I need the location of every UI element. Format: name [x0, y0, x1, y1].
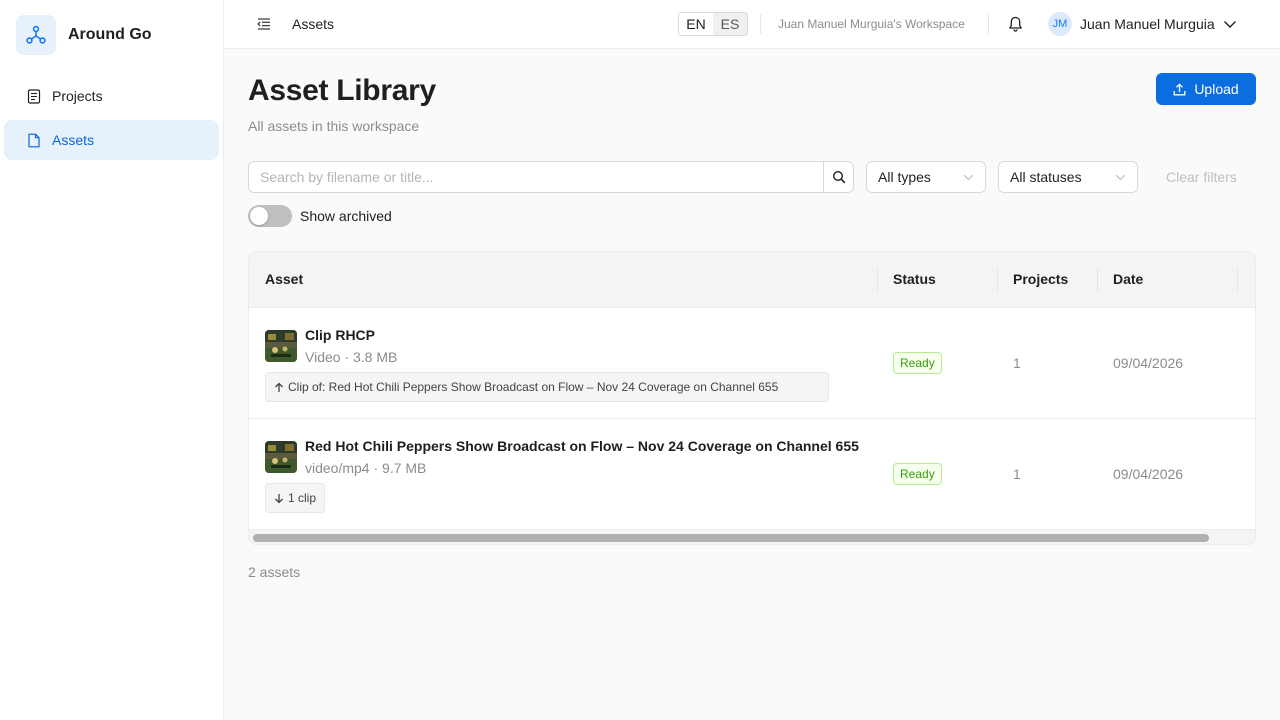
- top-header: Assets EN ES Juan Manuel Murguia's Works…: [224, 0, 1280, 49]
- type-filter-select[interactable]: All types: [866, 161, 986, 193]
- upload-label: Upload: [1194, 81, 1239, 97]
- horizontal-scrollbar[interactable]: [249, 530, 1255, 544]
- brand[interactable]: Around Go: [16, 15, 152, 55]
- asset-meta: Video · 3.8 MB: [305, 349, 398, 365]
- arrow-up-icon: [274, 382, 284, 393]
- column-header-projects[interactable]: Projects: [1013, 271, 1068, 287]
- sidebar-item-label: Assets: [52, 132, 95, 148]
- column-divider: [1097, 269, 1098, 291]
- table-header: Asset Status Projects Date: [249, 252, 1255, 308]
- menu-collapse-icon[interactable]: [256, 16, 272, 32]
- sidebar-item-assets[interactable]: Assets: [4, 120, 219, 160]
- bell-icon[interactable]: [1006, 15, 1024, 33]
- brand-logo-icon: [16, 15, 56, 55]
- show-archived-label: Show archived: [300, 208, 392, 224]
- projects-count: 1: [1013, 355, 1021, 371]
- asset-title[interactable]: Red Hot Chili Peppers Show Broadcast on …: [305, 438, 859, 454]
- user-name: Juan Manuel Murguia: [1080, 16, 1215, 32]
- search-bar: [248, 161, 854, 193]
- asset-title[interactable]: Clip RHCP: [305, 327, 375, 343]
- language-es-button[interactable]: ES: [713, 13, 747, 35]
- asset-meta: video/mp4 · 9.7 MB: [305, 460, 427, 476]
- toggle-knob: [250, 207, 268, 225]
- upload-button[interactable]: Upload: [1156, 73, 1256, 105]
- page-title: Asset Library: [248, 74, 436, 107]
- status-filter-value: All statuses: [1010, 169, 1082, 185]
- clear-filters-button[interactable]: Clear filters: [1166, 169, 1237, 185]
- clip-of-link[interactable]: Clip of: Red Hot Chili Peppers Show Broa…: [265, 372, 829, 402]
- chevron-down-icon: [963, 174, 974, 180]
- status-filter-select[interactable]: All statuses: [998, 161, 1138, 193]
- search-icon: [832, 170, 845, 184]
- status-badge: Ready: [893, 463, 942, 485]
- document-list-icon: [26, 88, 42, 104]
- clips-count-link[interactable]: 1 clip: [265, 483, 326, 513]
- video-thumbnail: [265, 330, 297, 362]
- workspace-name: Juan Manuel Murguia's Workspace: [778, 17, 965, 31]
- projects-count: 1: [1013, 466, 1021, 482]
- status-badge: Ready: [893, 352, 942, 374]
- sidebar-item-projects[interactable]: Projects: [4, 76, 219, 116]
- assets-table: Asset Status Projects Date Clip RHCP Vid…: [248, 251, 1256, 545]
- table-row[interactable]: Clip RHCP Video · 3.8 MB Clip of: Red Ho…: [249, 308, 1255, 419]
- sidebar-item-label: Projects: [52, 88, 103, 104]
- page-subtitle: All assets in this workspace: [248, 118, 420, 134]
- clip-of-label: Clip of: Red Hot Chili Peppers Show Broa…: [288, 380, 779, 394]
- search-input[interactable]: [248, 161, 823, 193]
- column-divider: [1237, 269, 1238, 291]
- column-divider: [877, 269, 878, 291]
- header-divider: [760, 14, 761, 34]
- chevron-down-icon: [1115, 174, 1126, 180]
- language-en-button[interactable]: EN: [679, 13, 713, 35]
- table-row[interactable]: Red Hot Chili Peppers Show Broadcast on …: [249, 419, 1255, 530]
- header-divider: [988, 14, 989, 34]
- column-divider: [997, 269, 998, 291]
- clips-count-label: 1 clip: [288, 491, 317, 505]
- file-icon: [26, 132, 42, 148]
- upload-icon: [1173, 82, 1186, 96]
- user-menu[interactable]: JM Juan Manuel Murguia: [1048, 12, 1237, 36]
- arrow-down-icon: [274, 493, 284, 504]
- column-header-asset[interactable]: Asset: [265, 271, 303, 287]
- avatar: JM: [1048, 12, 1072, 36]
- type-filter-value: All types: [878, 169, 931, 185]
- language-switch: EN ES: [678, 12, 748, 36]
- page-breadcrumb: Assets: [292, 16, 335, 32]
- assets-total-count: 2 assets: [248, 564, 301, 580]
- column-header-date[interactable]: Date: [1113, 271, 1143, 287]
- sidebar: Around Go Projects Assets: [0, 0, 224, 720]
- asset-date: 09/04/2026: [1113, 466, 1184, 482]
- column-header-status[interactable]: Status: [893, 271, 936, 287]
- brand-name: Around Go: [68, 26, 152, 43]
- chevron-down-icon: [1223, 17, 1237, 31]
- show-archived-toggle[interactable]: [248, 205, 292, 227]
- video-thumbnail: [265, 441, 297, 473]
- asset-date: 09/04/2026: [1113, 355, 1184, 371]
- scrollbar-thumb[interactable]: [253, 534, 1209, 542]
- search-button[interactable]: [823, 161, 854, 193]
